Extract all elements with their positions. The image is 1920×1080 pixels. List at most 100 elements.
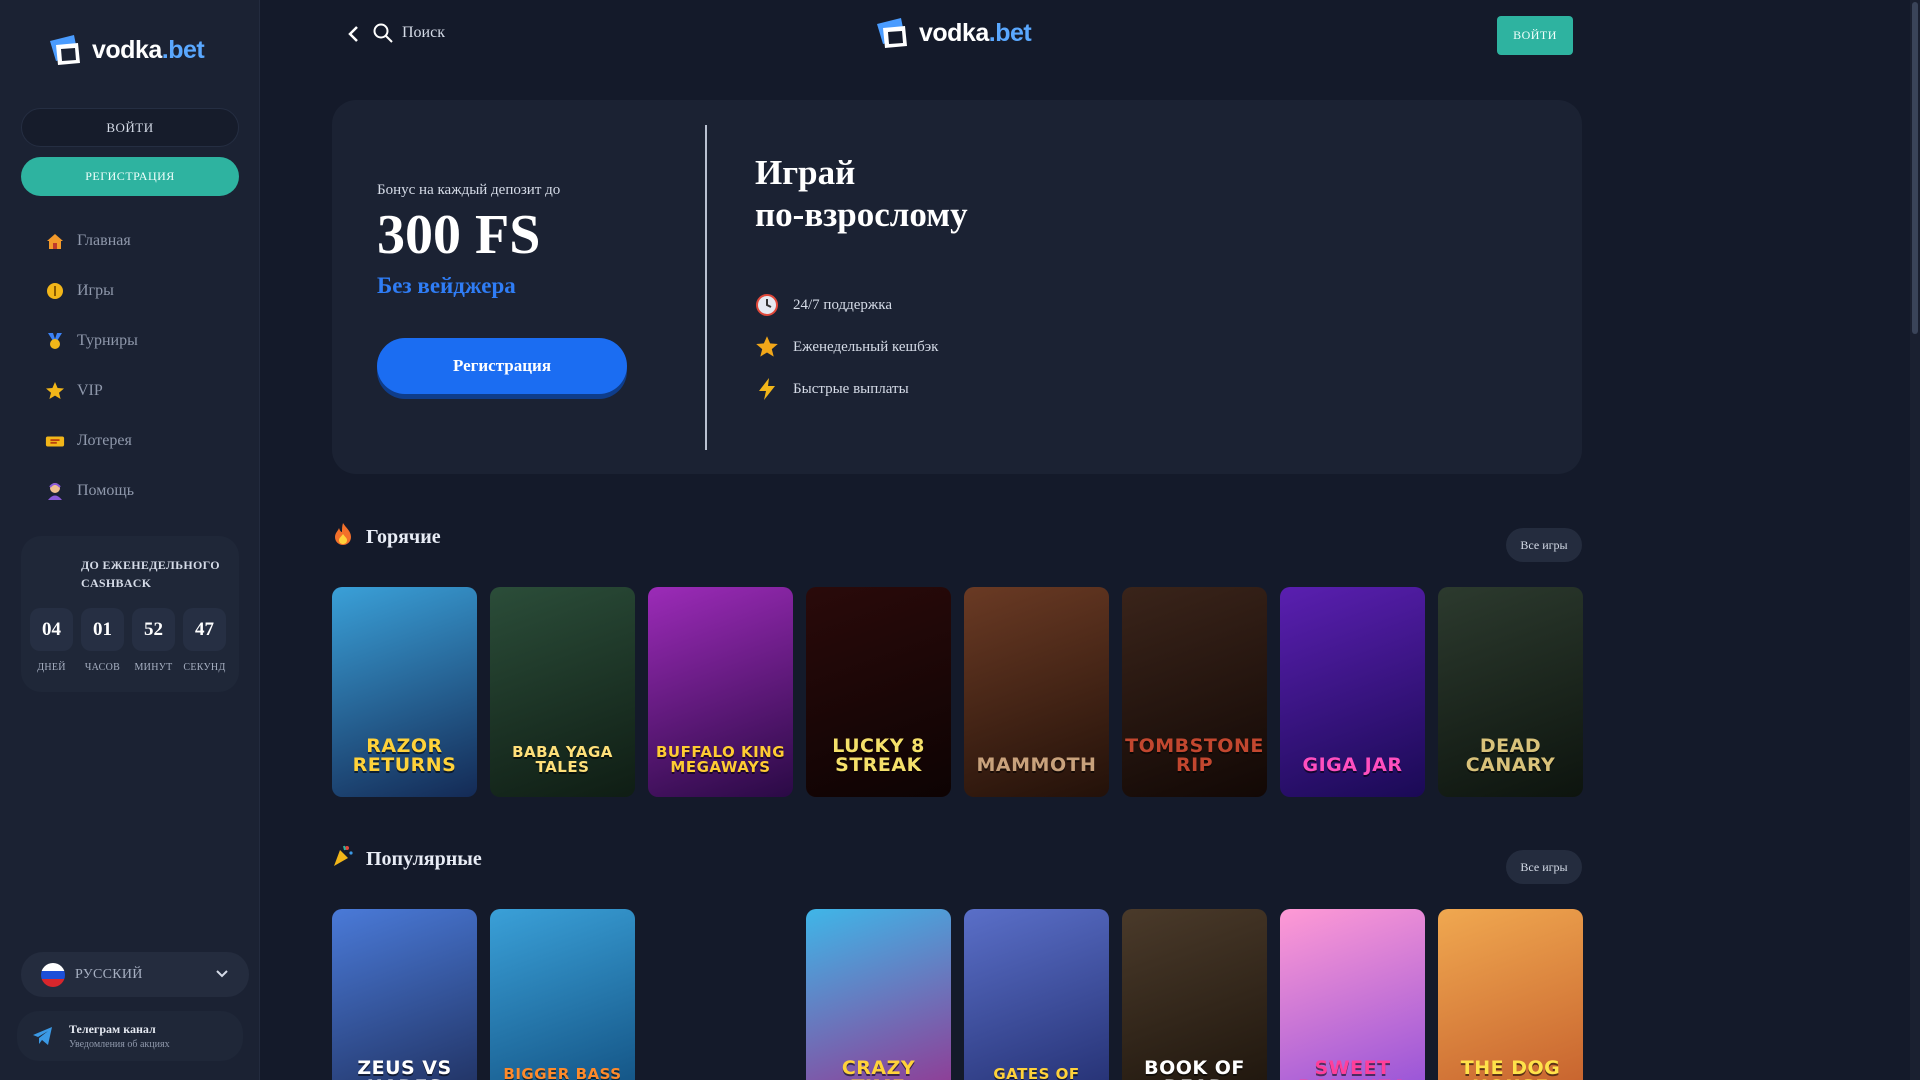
perk-cashback: Еженедельный кешбэк bbox=[755, 326, 938, 368]
game-card[interactable]: Razor Returns bbox=[332, 587, 477, 797]
game-card[interactable]: Gates of Olympus bbox=[964, 909, 1109, 1080]
promo-wager: Без вейджера bbox=[377, 273, 516, 298]
timer-hours-label: ЧАСОВ bbox=[84, 662, 121, 673]
telegram-icon bbox=[33, 1027, 52, 1045]
party-popper-icon bbox=[332, 844, 354, 874]
hot-section-title: Горячие bbox=[366, 525, 441, 548]
popular-all-games-button[interactable]: Все игры bbox=[1506, 850, 1582, 884]
sidebar-item-games[interactable]: Игры bbox=[0, 266, 260, 316]
star-icon bbox=[755, 335, 779, 359]
sidebar-item-label: Помощь bbox=[77, 482, 134, 499]
sidebar-login-button[interactable]: ВОЙТИ bbox=[21, 108, 239, 147]
logo-icon bbox=[877, 18, 907, 48]
game-title: Tombstone RIP bbox=[1125, 735, 1264, 776]
perk-label: 24/7 поддержка bbox=[793, 296, 893, 313]
game-card[interactable]: Lucky 8 Streak bbox=[806, 587, 951, 797]
game-title: Bigger Bass Bonanza bbox=[503, 1065, 622, 1080]
game-card[interactable]: Crazy Time bbox=[806, 909, 951, 1080]
telegram-channel-link[interactable]: Телеграм канал Уведомления об акциях bbox=[17, 1011, 243, 1061]
support-agent-icon bbox=[45, 481, 65, 501]
sidebar-item-label: Главная bbox=[77, 232, 131, 249]
sidebar-item-label: Турниры bbox=[77, 332, 138, 349]
game-card[interactable]: Buffalo King Megaways bbox=[648, 587, 793, 797]
medal-icon bbox=[45, 331, 65, 351]
game-card[interactable]: Giga Jar bbox=[1280, 587, 1425, 797]
game-title: Giga Jar bbox=[1302, 754, 1403, 776]
perks-list: 24/7 поддержка Еженедельный кешбэк Быстр… bbox=[755, 284, 938, 410]
timer-seconds-label: СЕКУНД bbox=[183, 662, 226, 673]
sidebar-item-help[interactable]: Помощь bbox=[0, 466, 260, 516]
logo-text: vodka.bet bbox=[919, 18, 1032, 47]
timer-minutes: 52 МИНУТ bbox=[132, 608, 175, 673]
game-card[interactable]: Bigger Bass Bonanza bbox=[490, 909, 635, 1080]
ticket-icon bbox=[45, 431, 65, 451]
sidebar-item-label: Игры bbox=[77, 282, 114, 299]
sidebar-item-vip[interactable]: VIP bbox=[0, 366, 260, 416]
sidebar-item-tournaments[interactable]: Турниры bbox=[0, 316, 260, 366]
popular-section-header: Популярные bbox=[332, 844, 482, 874]
lightning-icon bbox=[755, 377, 779, 401]
sidebar-item-lottery[interactable]: Лотерея bbox=[0, 416, 260, 466]
game-title: Mammoth bbox=[976, 754, 1097, 776]
sidebar-item-label: VIP bbox=[77, 382, 103, 399]
timer-minutes-value: 52 bbox=[132, 608, 175, 651]
game-card[interactable]: Baba Yaga Tales bbox=[490, 587, 635, 797]
language-selector[interactable]: РУССКИЙ bbox=[21, 952, 249, 997]
telegram-text: Телеграм канал Уведомления об акциях bbox=[69, 1022, 170, 1050]
header-login-button[interactable]: ВОЙТИ bbox=[1497, 16, 1573, 55]
game-title: Sweet Bonanza bbox=[1298, 1057, 1407, 1080]
timer-seconds-value: 47 bbox=[183, 608, 226, 651]
telegram-title: Телеграм канал bbox=[69, 1022, 156, 1036]
logo-text: vodka.bet bbox=[92, 35, 205, 64]
hot-all-games-button[interactable]: Все игры bbox=[1506, 528, 1582, 562]
game-card[interactable]: Zeus vs Hades bbox=[332, 909, 477, 1080]
popular-section-title: Популярные bbox=[366, 847, 482, 870]
promo-register-button[interactable]: Регистрация bbox=[377, 338, 627, 394]
timer-days: 04 ДНЕЙ bbox=[30, 608, 73, 673]
game-title: Razor Returns bbox=[352, 735, 457, 776]
game-card[interactable]: Book of Dead bbox=[1122, 909, 1267, 1080]
scrollbar-thumb[interactable] bbox=[1912, 2, 1918, 334]
sidebar-logo[interactable]: vodka.bet bbox=[48, 30, 205, 70]
game-title: The Dog House bbox=[1460, 1057, 1561, 1080]
page-scrollbar[interactable] bbox=[1910, 0, 1920, 1080]
game-card[interactable]: Tombstone RIP bbox=[1122, 587, 1267, 797]
game-card[interactable]: The Dog House bbox=[1438, 909, 1583, 1080]
sidebar: vodka.bet ВОЙТИ РЕГИСТРАЦИЯ Главная Игры… bbox=[0, 0, 260, 1080]
perk-fast-payouts: Быстрые выплаты bbox=[755, 368, 938, 410]
timer-minutes-label: МИНУТ bbox=[134, 662, 173, 673]
russia-flag-icon bbox=[41, 962, 65, 987]
game-title: Dead Canary bbox=[1465, 735, 1556, 776]
back-arrow-icon[interactable] bbox=[344, 22, 364, 46]
promo-heading: Играй по-взрослому bbox=[755, 153, 968, 234]
coin-icon bbox=[45, 281, 65, 301]
promo-subtitle: Бонус на каждый депозит до bbox=[377, 182, 561, 198]
cashback-timer-card: ДО ЕЖЕНЕДЕЛЬНОГО CASHBACK 04 ДНЕЙ 01 ЧАС… bbox=[21, 536, 239, 692]
sidebar-item-home[interactable]: Главная bbox=[0, 216, 260, 266]
game-title: Zeus vs Hades bbox=[357, 1057, 452, 1080]
game-title: Lucky 8 Streak bbox=[832, 735, 925, 776]
game-title: Baba Yaga Tales bbox=[512, 743, 613, 776]
countdown-timer: 04 ДНЕЙ 01 ЧАСОВ 52 МИНУТ 47 СЕКУНД bbox=[30, 608, 226, 673]
game-card[interactable]: Sweet Bonanza bbox=[1280, 909, 1425, 1080]
promo-banner: Бонус на каждый депозит до 300 FS Без ве… bbox=[332, 100, 1582, 474]
sidebar-register-button[interactable]: РЕГИСТРАЦИЯ bbox=[21, 157, 239, 196]
game-card[interactable]: Dead Canary bbox=[1438, 587, 1583, 797]
timer-days-value: 04 bbox=[30, 608, 73, 651]
clock-icon bbox=[755, 293, 779, 317]
promo-divider bbox=[705, 125, 707, 450]
perk-label: Быстрые выплаты bbox=[793, 380, 909, 397]
popular-games-row: Zeus vs Hades Bigger Bass Bonanza Crazy Ti… bbox=[332, 909, 1583, 1080]
telegram-subtitle: Уведомления об акциях bbox=[69, 1039, 170, 1050]
game-title: Book of Dead bbox=[1144, 1057, 1245, 1080]
sidebar-item-label: Лотерея bbox=[77, 432, 132, 449]
search-button[interactable]: Поиск bbox=[372, 22, 445, 44]
star-icon bbox=[45, 381, 65, 401]
logo-icon bbox=[50, 35, 80, 65]
game-card[interactable]: Mammoth bbox=[964, 587, 1109, 797]
header-logo[interactable]: vodka.bet bbox=[875, 16, 1032, 50]
hot-section-header: Горячие bbox=[332, 522, 441, 552]
search-icon bbox=[373, 23, 393, 43]
search-label: Поиск bbox=[402, 24, 445, 41]
chevron-down-icon bbox=[216, 970, 228, 978]
